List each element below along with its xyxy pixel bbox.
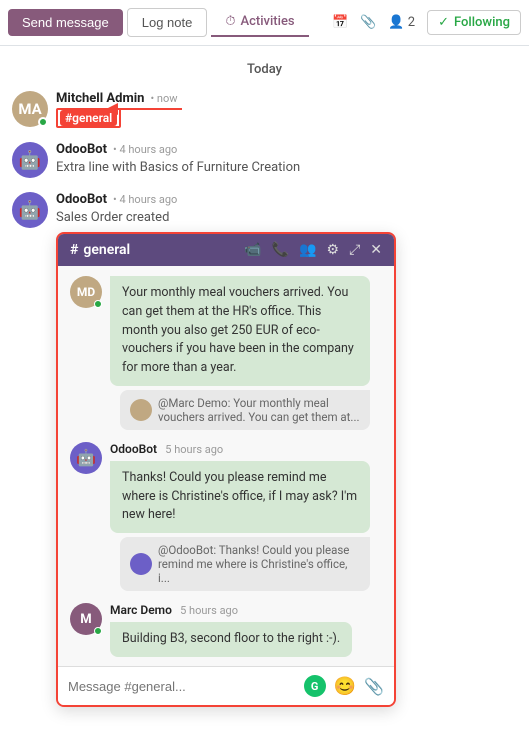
chat-bubble: Your monthly meal vouchers arrived. You … <box>110 276 370 386</box>
chat-area: Today MA Mitchell Admin • now #general <box>0 46 529 737</box>
chat-popup: # general 📹 📞 👥 ⚙ ⤢ ✕ MD <box>56 232 396 707</box>
quoted-message: @Marc Demo: Your monthly meal vouchers a… <box>120 390 370 430</box>
phone-icon[interactable]: 📞 <box>272 242 289 258</box>
chat-message-row: 🤖 OdooBot 5 hours ago Thanks! Could you … <box>70 442 382 597</box>
chat-message-row: M Marc Demo 5 hours ago Building B3, sec… <box>70 603 382 661</box>
message-input[interactable] <box>68 679 304 694</box>
avatar: MA <box>12 91 48 127</box>
today-label: Today <box>12 62 517 77</box>
hash-icon: # <box>70 242 78 258</box>
chat-time: 5 hours ago <box>165 443 223 456</box>
popup-body: MD Your monthly meal vouchers arrived. Y… <box>58 266 394 666</box>
schedule-icon[interactable]: 📅 <box>332 15 348 30</box>
message-time: • 4 hours ago <box>113 143 177 156</box>
chat-author: Marc Demo <box>110 603 172 617</box>
clock-icon: ⏱ <box>225 14 235 29</box>
avatar: 🤖 <box>12 192 48 228</box>
chat-time: 5 hours ago <box>180 604 238 617</box>
mini-avatar <box>130 553 152 575</box>
avatar: M <box>70 603 102 635</box>
message-text: Extra line with Basics of Furniture Crea… <box>56 159 300 177</box>
message-author: OdooBot <box>56 192 107 207</box>
grammarly-icon: G <box>304 675 326 697</box>
message-time: • 4 hours ago <box>113 193 177 206</box>
close-icon[interactable]: ✕ <box>370 242 382 258</box>
message-author: OdooBot <box>56 142 107 157</box>
online-indicator <box>38 117 48 127</box>
avatar: MD <box>70 276 102 308</box>
emoji-icon[interactable]: 😊 <box>334 676 356 697</box>
toolbar-icons: 📅 📎 👤 2 ✓ Following <box>332 10 521 35</box>
group-icon[interactable]: 👥 <box>299 242 316 258</box>
popup-title: # general <box>70 242 234 258</box>
popup-input-icons: G 😊 📎 <box>304 675 384 697</box>
user-count[interactable]: 👤 2 <box>388 15 415 30</box>
toolbar: Send message Log note ⏱ Activities 📅 📎 👤… <box>0 0 529 46</box>
attachment-icon[interactable]: 📎 <box>364 677 384 696</box>
message-text: Sales Order created <box>56 209 177 227</box>
following-button[interactable]: ✓ Following <box>427 10 521 35</box>
avatar: 🤖 <box>70 442 102 474</box>
log-note-button[interactable]: Log note <box>127 8 208 37</box>
popup-header-icons: 📹 📞 👥 ⚙ ⤢ ✕ <box>244 242 382 258</box>
quoted-message: @OdooBot: Thanks! Could you please remin… <box>120 537 370 591</box>
online-indicator <box>94 627 102 635</box>
send-message-button[interactable]: Send message <box>8 9 123 36</box>
chat-message-row: MD Your monthly meal vouchers arrived. Y… <box>70 276 382 436</box>
chat-author: OdooBot <box>110 442 157 456</box>
message-row: MA Mitchell Admin • now #general <box>12 91 517 128</box>
video-icon[interactable]: 📹 <box>244 242 261 258</box>
arrow-annotation <box>102 99 192 119</box>
attachment-icon[interactable]: 📎 <box>360 15 376 30</box>
message-row: 🤖 OdooBot • 4 hours ago Sales Order crea… <box>12 192 517 707</box>
mini-avatar <box>130 399 152 421</box>
chat-bubble: Building B3, second floor to the right :… <box>110 622 352 657</box>
users-icon: 👤 <box>388 15 404 30</box>
expand-icon[interactable]: ⤢ <box>349 242 360 258</box>
avatar: 🤖 <box>12 142 48 178</box>
check-icon: ✓ <box>438 15 449 30</box>
popup-header: # general 📹 📞 👥 ⚙ ⤢ ✕ <box>58 234 394 266</box>
settings-icon[interactable]: ⚙ <box>327 242 340 258</box>
chat-bubble: Thanks! Could you please remind me where… <box>110 461 370 533</box>
message-row: 🤖 OdooBot • 4 hours ago Extra line with … <box>12 142 517 178</box>
popup-input-row: G 😊 📎 <box>58 666 394 705</box>
tab-activities[interactable]: ⏱ Activities <box>211 8 308 37</box>
online-indicator <box>94 300 102 308</box>
